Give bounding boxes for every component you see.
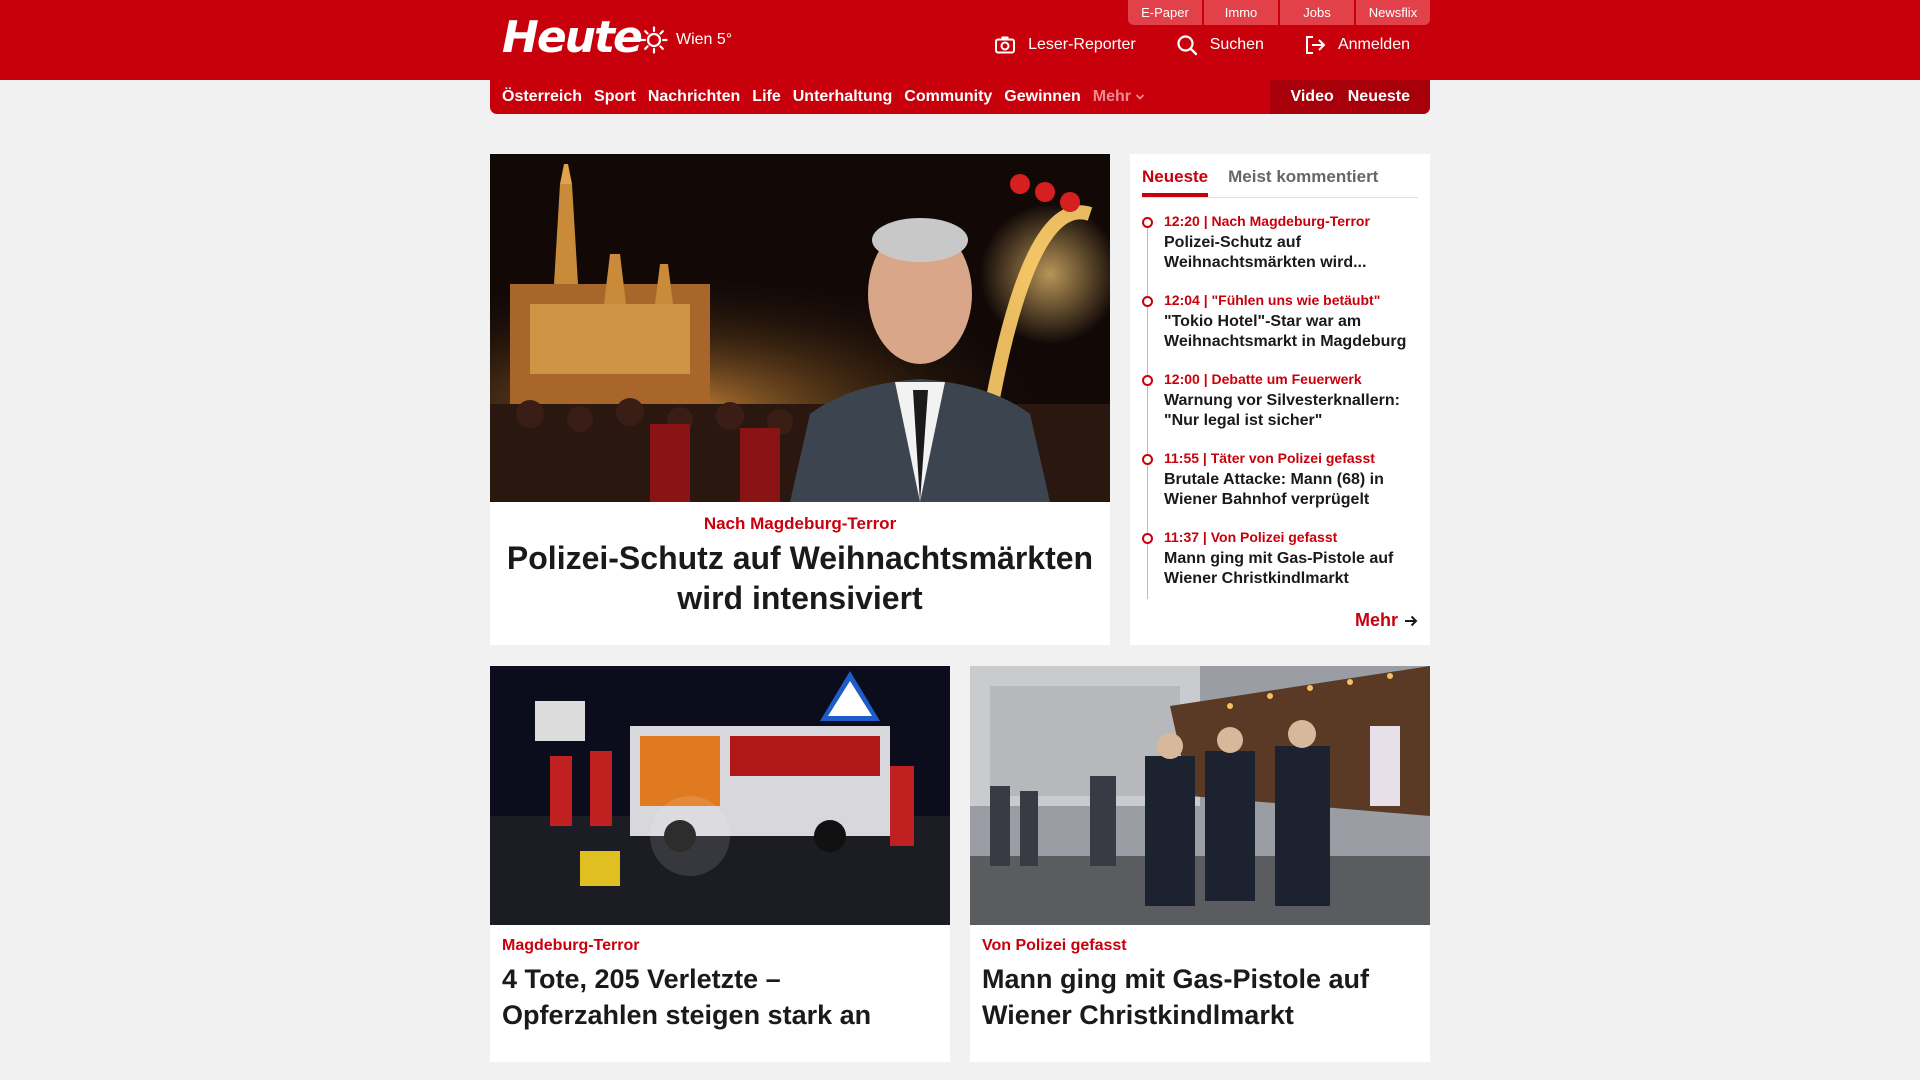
search-icon bbox=[1177, 35, 1197, 56]
site-logo[interactable]: Heute bbox=[502, 12, 643, 64]
nav-more-label: Mehr bbox=[1092, 88, 1131, 105]
nav-right-group: Video Neueste bbox=[1270, 80, 1430, 114]
feed-item-title[interactable]: Warnung vor Silvesterknallern: "Nur lega… bbox=[1164, 391, 1418, 431]
nav-item-sport[interactable]: Sport bbox=[594, 88, 636, 106]
service-link-immo[interactable]: Immo bbox=[1204, 0, 1278, 25]
nav-item-community[interactable]: Community bbox=[904, 88, 992, 106]
latest-news-feed: 12:20 | Nach Magdeburg-Terror Polizei-Sc… bbox=[1142, 212, 1418, 607]
feed-item-title[interactable]: "Tokio Hotel"-Star war am Weihnachtsmark… bbox=[1164, 312, 1418, 352]
timeline-dot-icon bbox=[1142, 533, 1153, 544]
nav-item-nachrichten[interactable]: Nachrichten bbox=[648, 88, 740, 106]
feed-item-title[interactable]: Brutale Attacke: Mann (68) in Wiener Bah… bbox=[1164, 470, 1418, 510]
feed-item[interactable]: 12:20 | Nach Magdeburg-Terror Polizei-Sc… bbox=[1142, 212, 1418, 291]
nav-item-video[interactable]: Video bbox=[1290, 88, 1333, 106]
leser-reporter-label: Leser-Reporter bbox=[1028, 36, 1136, 53]
feed-item[interactable]: 12:00 | Debatte um Feuerwerk Warnung vor… bbox=[1142, 370, 1418, 449]
arrow-right-icon bbox=[1405, 615, 1418, 626]
lead-article-title[interactable]: Polizei-Schutz auf Weihnachtsmärkten wir… bbox=[490, 538, 1110, 618]
service-link-epaper[interactable]: E-Paper bbox=[1128, 0, 1202, 25]
leser-reporter-button[interactable]: Leser-Reporter bbox=[994, 34, 1136, 56]
feed-item-title[interactable]: Mann ging mit Gas-Pistole auf Wiener Chr… bbox=[1164, 549, 1418, 589]
feed-item-meta: 11:55 | Täter von Polizei gefasst bbox=[1164, 450, 1375, 466]
service-link-jobs[interactable]: Jobs bbox=[1280, 0, 1354, 25]
search-button[interactable]: Suchen bbox=[1176, 34, 1264, 56]
article-card-kicker: Magdeburg-Terror bbox=[502, 937, 640, 954]
feed-item-title[interactable]: Polizei-Schutz auf Weihnachtsmärkten wir… bbox=[1164, 233, 1418, 273]
weather-label: Wien 5° bbox=[676, 31, 733, 48]
nav-item-neueste[interactable]: Neueste bbox=[1348, 88, 1410, 106]
login-button[interactable]: Anmelden bbox=[1304, 34, 1410, 56]
nav-item-life[interactable]: Life bbox=[752, 88, 780, 106]
lead-article-kicker: Nach Magdeburg-Terror bbox=[703, 514, 897, 533]
article-card-title[interactable]: 4 Tote, 205 Verletzte – Opferzahlen stei… bbox=[502, 961, 938, 1033]
search-label: Suchen bbox=[1209, 36, 1264, 53]
weather-widget[interactable]: Wien 5° bbox=[640, 26, 732, 54]
tab-neueste[interactable]: Neueste bbox=[1142, 167, 1209, 197]
lead-article[interactable]: Nach Magdeburg-Terror Polizei-Schutz auf… bbox=[490, 154, 1110, 645]
timeline-dot-icon bbox=[1142, 296, 1153, 307]
article-card-title[interactable]: Mann ging mit Gas-Pistole auf Wiener Chr… bbox=[982, 961, 1418, 1033]
feed-item[interactable]: 11:37 | Von Polizei gefasst Mann ging mi… bbox=[1142, 528, 1418, 607]
article-card[interactable]: Von Polizei gefasst Mann ging mit Gas-Pi… bbox=[970, 666, 1430, 1062]
ticker-tabs: Neueste Meist kommentiert bbox=[1142, 154, 1418, 198]
feed-item-meta: 12:04 | "Fühlen uns wie betäubt" bbox=[1164, 292, 1381, 308]
camera-icon bbox=[995, 36, 1016, 54]
login-icon bbox=[1305, 36, 1326, 54]
chevron-down-icon bbox=[1135, 94, 1145, 100]
nav-more-dropdown[interactable]: Mehr bbox=[1093, 88, 1145, 106]
header-actions: Leser-Reporter Suchen Anmelden bbox=[994, 34, 1410, 56]
emergency-scene-photo bbox=[490, 666, 950, 925]
feed-item-meta: 11:37 | Von Polizei gefasst bbox=[1164, 529, 1338, 545]
service-links: E-Paper Immo Jobs Newsflix bbox=[1128, 0, 1430, 25]
article-card-image[interactable] bbox=[490, 666, 950, 925]
article-card-image[interactable] bbox=[970, 666, 1430, 925]
lead-article-image[interactable] bbox=[490, 154, 1110, 502]
article-card[interactable]: Magdeburg-Terror 4 Tote, 205 Verletzte –… bbox=[490, 666, 950, 1062]
feed-item[interactable]: 12:04 | "Fühlen uns wie betäubt" "Tokio … bbox=[1142, 291, 1418, 370]
site-header: Heute Wien 5° E-Paper Immo Jobs Newsflix bbox=[0, 0, 1920, 80]
service-link-newsflix[interactable]: Newsflix bbox=[1356, 0, 1430, 25]
police-patrol-photo bbox=[970, 666, 1430, 925]
more-news-link[interactable]: Mehr bbox=[1355, 610, 1418, 631]
timeline-dot-icon bbox=[1142, 454, 1153, 465]
login-label: Anmelden bbox=[1337, 36, 1410, 53]
tab-meist-kommentiert[interactable]: Meist kommentiert bbox=[1228, 167, 1378, 197]
timeline-dot-icon bbox=[1142, 217, 1153, 228]
nav-item-unterhaltung[interactable]: Unterhaltung bbox=[793, 88, 893, 106]
article-card-kicker: Von Polizei gefasst bbox=[982, 937, 1127, 954]
main-navigation: Österreich Sport Nachrichten Life Unterh… bbox=[490, 80, 1430, 114]
nav-item-oesterreich[interactable]: Österreich bbox=[502, 88, 582, 106]
feed-item[interactable]: 11:55 | Täter von Polizei gefasst Brutal… bbox=[1142, 449, 1418, 528]
latest-news-panel: Neueste Meist kommentiert 12:20 | Nach M… bbox=[1130, 154, 1430, 645]
christmas-market-photo bbox=[490, 154, 1110, 502]
sun-icon bbox=[640, 26, 668, 54]
feed-item-meta: 12:00 | Debatte um Feuerwerk bbox=[1164, 371, 1362, 387]
feed-item-meta: 12:20 | Nach Magdeburg-Terror bbox=[1164, 213, 1370, 229]
nav-item-gewinnen[interactable]: Gewinnen bbox=[1004, 88, 1080, 106]
timeline-dot-icon bbox=[1142, 375, 1153, 386]
more-news-label: Mehr bbox=[1354, 610, 1398, 630]
